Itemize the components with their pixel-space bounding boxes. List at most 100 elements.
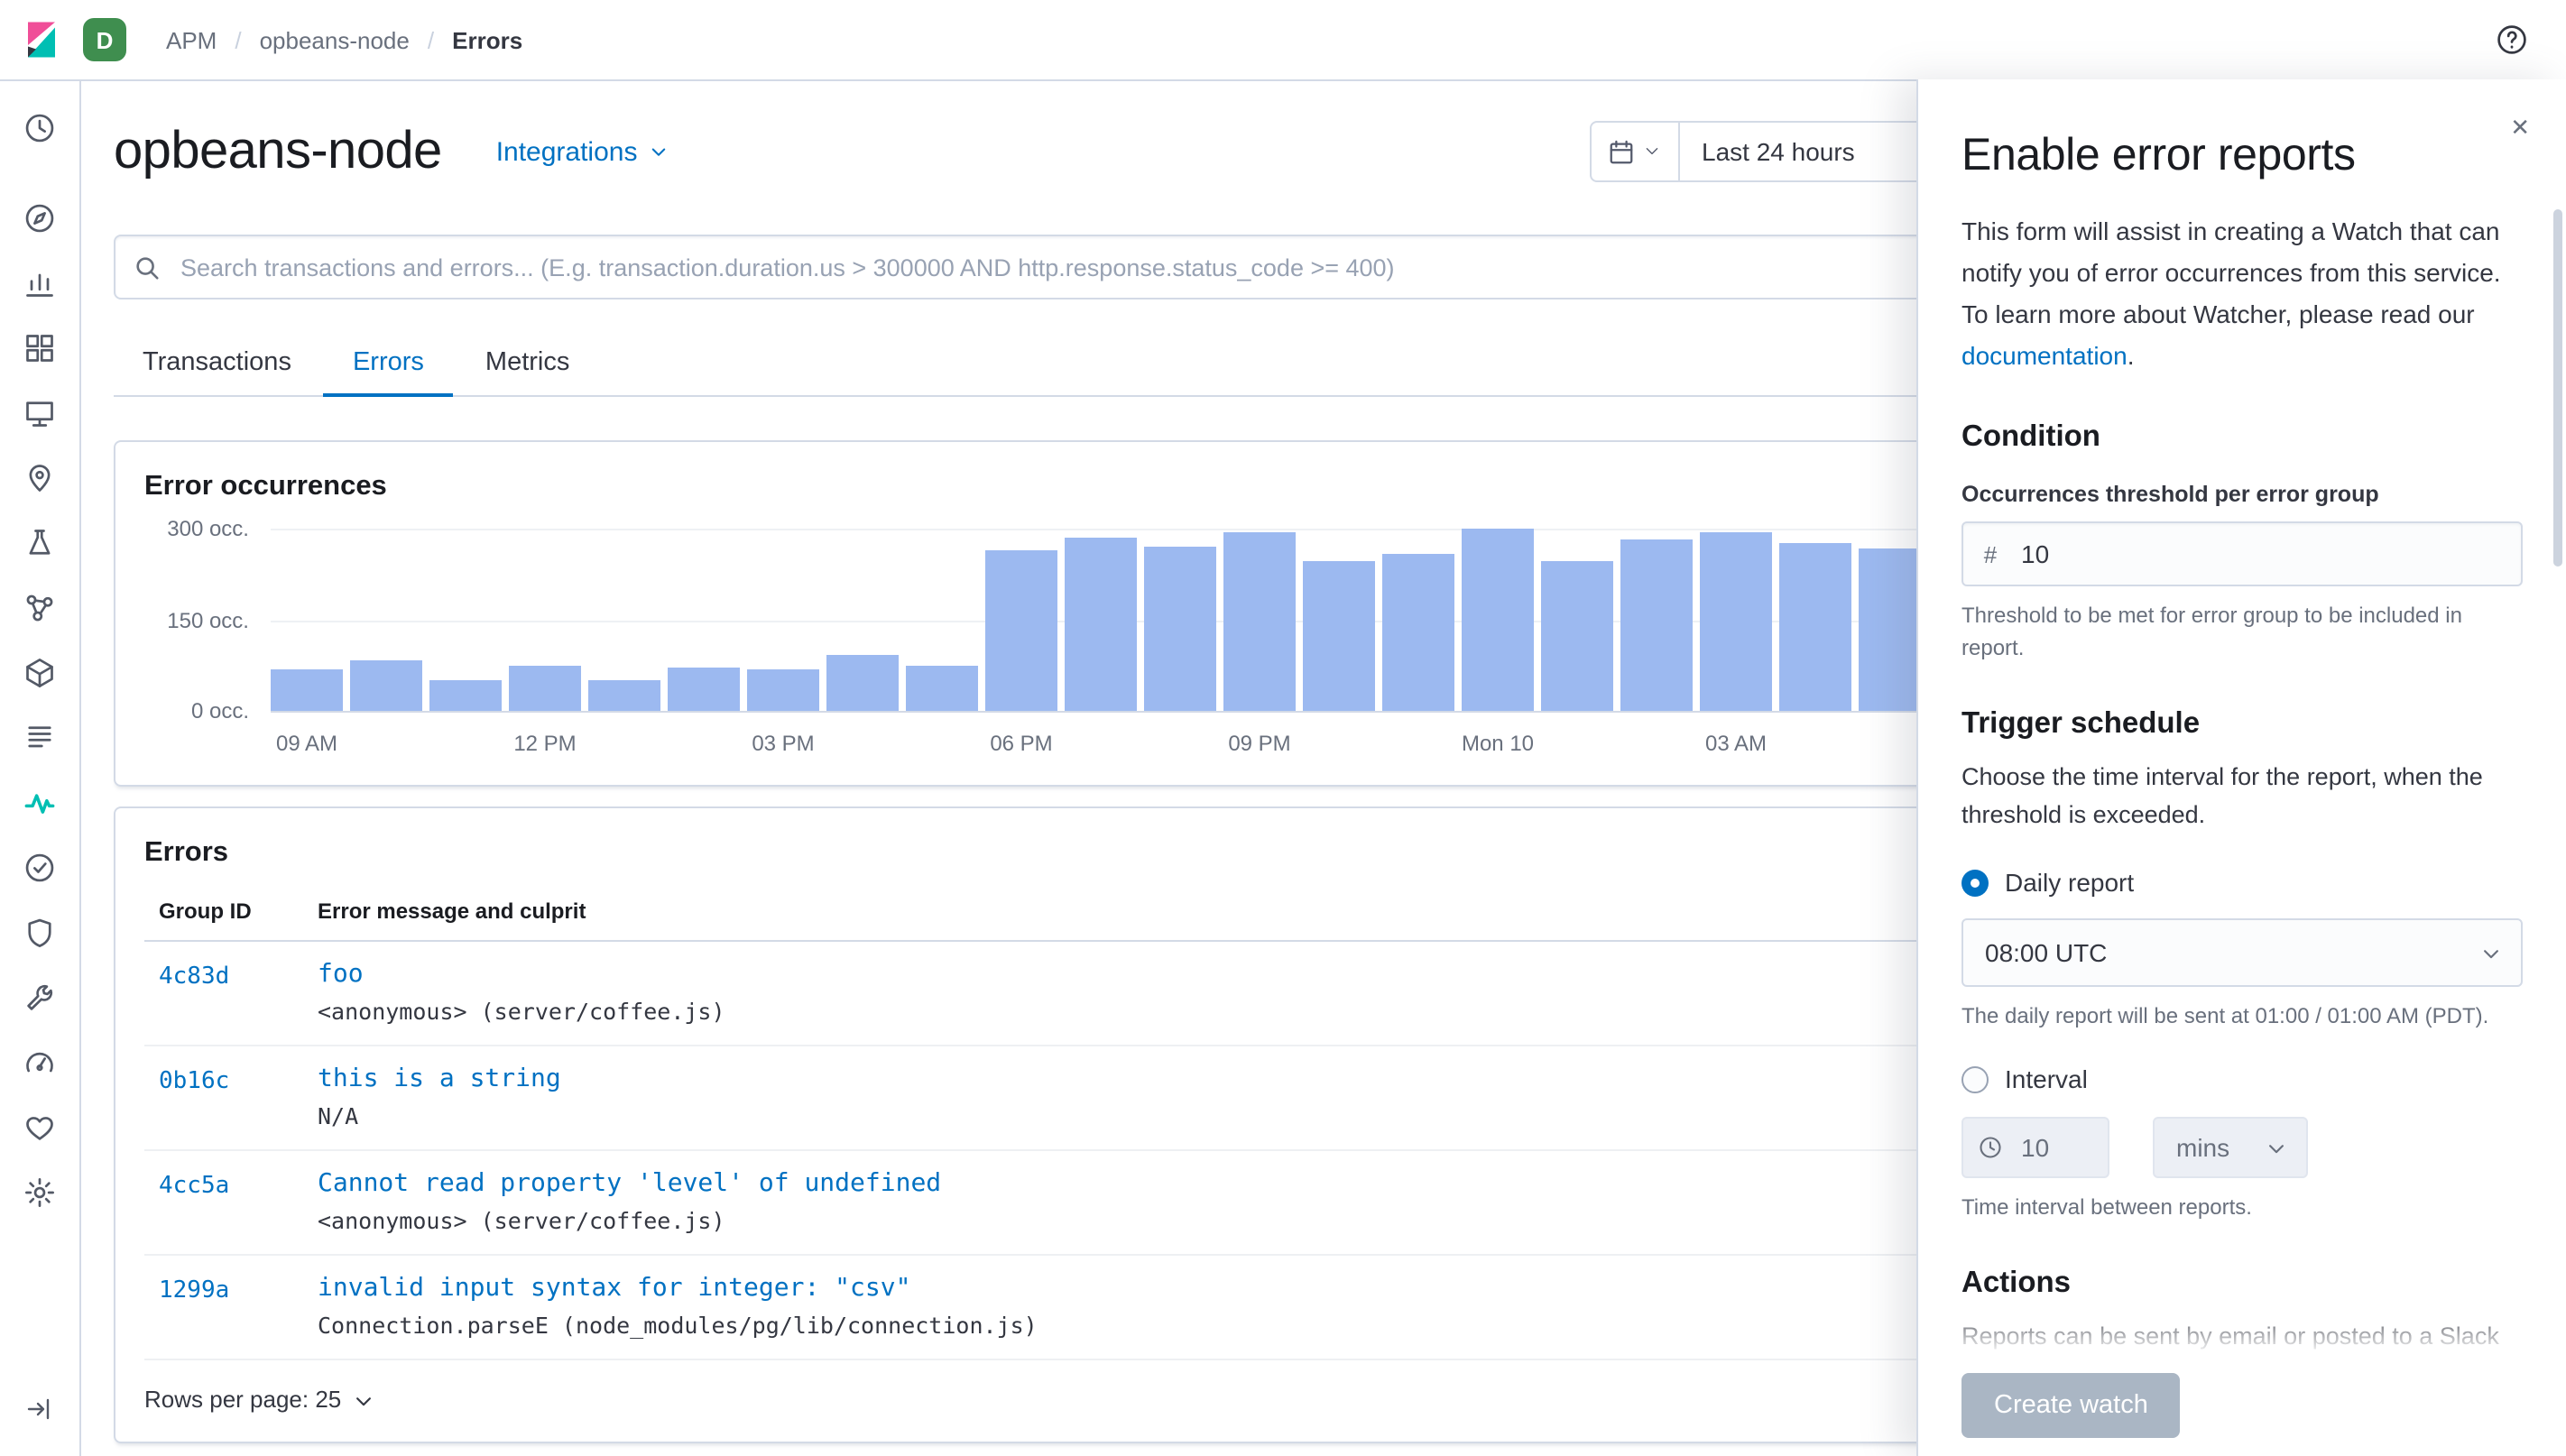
chart-bar	[1223, 532, 1296, 711]
infrastructure-icon[interactable]	[7, 640, 72, 705]
table-row: 4c83d foo <anonymous> (server/coffee.js)	[144, 942, 1960, 1046]
monitoring-icon[interactable]	[7, 1030, 72, 1095]
graph-icon[interactable]	[7, 576, 72, 640]
chevron-down-icon	[354, 1390, 372, 1408]
maps-icon[interactable]	[7, 446, 72, 511]
x-tick-label: 03 PM	[752, 731, 815, 756]
discover-icon[interactable]	[7, 186, 72, 251]
table-row: 1299a invalid input syntax for integer: "…	[144, 1256, 1960, 1360]
daily-report-radio[interactable]: Daily report	[1961, 868, 2523, 897]
errors-table-panel: Errors Group ID Error message and culpri…	[114, 806, 1990, 1443]
quick-select-button[interactable]	[1592, 123, 1680, 180]
rows-per-page-button[interactable]: Rows per page: 25	[144, 1360, 372, 1413]
daily-report-label: Daily report	[2005, 868, 2135, 898]
chart-bar	[826, 655, 899, 711]
error-culprit: <anonymous> (server/coffee.js)	[318, 1207, 725, 1234]
error-message-link[interactable]: foo	[318, 960, 1960, 989]
intro-text: This form will assist in creating a Watc…	[1961, 217, 2501, 329]
chart-bar	[1144, 547, 1216, 711]
kibana-logo[interactable]	[0, 0, 83, 79]
tab-metrics[interactable]: Metrics	[457, 332, 598, 395]
error-occurrences-panel: Error occurrences 300 occ. 150 occ. 0 occ.…	[114, 440, 1990, 787]
search-bar	[114, 235, 1990, 299]
trigger-schedule-heading: Trigger schedule	[1961, 707, 2201, 741]
search-input[interactable]	[177, 252, 1971, 282]
calendar-icon	[1610, 139, 1633, 163]
column-header-message[interactable]: Error message and culprit	[318, 898, 1960, 924]
chart-title: Error occurrences	[144, 471, 387, 502]
chart-bar	[1541, 561, 1613, 711]
chart-bar	[588, 679, 660, 711]
error-message-link[interactable]: this is a string	[318, 1064, 1960, 1093]
apm-icon[interactable]	[7, 770, 72, 835]
kibana-logo-icon	[28, 22, 55, 58]
dev-tools-icon[interactable]	[7, 965, 72, 1030]
collapse-menu-icon[interactable]	[7, 1377, 72, 1442]
chart-bar	[1620, 539, 1693, 711]
error-culprit: Connection.parseE (node_modules/pg/lib/c…	[318, 1312, 1038, 1339]
integrations-dropdown[interactable]: Integrations	[496, 136, 669, 167]
watcher-icon[interactable]	[7, 1095, 72, 1160]
actions-heading: Actions	[1961, 1267, 2072, 1300]
uptime-icon[interactable]	[7, 835, 72, 900]
hash-icon: #	[1983, 540, 1998, 568]
table-row: 0b16c this is a string N/A	[144, 1046, 1960, 1151]
actions-description: Reports can be sent by email or posted t…	[1961, 1322, 2499, 1350]
canvas-icon[interactable]	[7, 381, 72, 446]
breadcrumb-apm[interactable]: APM	[166, 26, 217, 53]
interval-value-input[interactable]	[2017, 1131, 2108, 1165]
machine-learning-icon[interactable]	[7, 511, 72, 576]
intro-text-end: .	[2127, 341, 2135, 371]
close-icon[interactable]: ✕	[2510, 115, 2530, 139]
y-tick-label: 0 occ.	[190, 698, 249, 723]
daily-time-value: 08:00 UTC	[1985, 938, 2108, 968]
daily-time-select[interactable]: 08:00 UTC	[1961, 918, 2523, 988]
error-message-link[interactable]: Cannot read property 'level' of undefine…	[318, 1169, 1960, 1198]
clock-icon	[1963, 1135, 2017, 1160]
flyout-scrollbar[interactable]	[2553, 209, 2562, 567]
create-watch-button[interactable]: Create watch	[1961, 1373, 2181, 1438]
logs-icon[interactable]	[7, 705, 72, 770]
recently-viewed-icon[interactable]	[7, 96, 72, 161]
siem-icon[interactable]	[7, 900, 72, 965]
breadcrumb-service[interactable]: opbeans-node	[260, 26, 410, 53]
space-avatar[interactable]: D	[83, 18, 126, 61]
errors-table-body: 4c83d foo <anonymous> (server/coffee.js) 0b…	[144, 942, 1960, 1360]
interval-radio[interactable]: Interval	[1961, 1064, 2523, 1093]
error-group-link[interactable]: 1299a	[159, 1274, 229, 1304]
column-header-group-id[interactable]: Group ID	[144, 898, 318, 924]
x-tick-label: 09 AM	[275, 731, 338, 756]
chart-bar	[350, 659, 422, 711]
visualize-icon[interactable]	[7, 251, 72, 316]
chart-bar	[1065, 537, 1137, 711]
help-icon[interactable]	[2487, 14, 2537, 65]
time-range-button[interactable]: Last 24 hours	[1680, 123, 1877, 180]
interval-help: Time interval between reports.	[1961, 1194, 2252, 1221]
management-icon[interactable]	[7, 1160, 72, 1225]
error-group-link[interactable]: 4c83d	[159, 960, 229, 991]
trigger-description: Choose the time interval for the report,…	[1961, 763, 2483, 829]
chart-plot-area[interactable]	[271, 529, 1960, 713]
threshold-label: Occurrences threshold per error group	[1961, 482, 2379, 508]
chart-bar	[906, 666, 978, 711]
interval-label: Interval	[2005, 1064, 2088, 1094]
error-message-link[interactable]: invalid input syntax for integer: "csv"	[318, 1274, 1960, 1303]
error-culprit: N/A	[318, 1102, 359, 1129]
threshold-input[interactable]	[2017, 538, 2521, 571]
documentation-link[interactable]: documentation	[1961, 342, 2128, 371]
error-group-link[interactable]: 0b16c	[159, 1064, 229, 1095]
tab-errors[interactable]: Errors	[323, 332, 454, 397]
breadcrumb-separator: /	[427, 26, 435, 53]
chart-bar	[429, 679, 502, 711]
breadcrumb: APM / opbeans-node / Errors	[166, 26, 522, 53]
dashboard-icon[interactable]	[7, 316, 72, 381]
tab-transactions[interactable]: Transactions	[114, 332, 320, 395]
chart-bar	[509, 666, 581, 711]
tabs: Transactions Errors Metrics	[114, 332, 1990, 397]
y-tick-label: 150 occ.	[167, 607, 249, 632]
interval-unit-select[interactable]: mins	[2153, 1117, 2308, 1179]
error-group-link[interactable]: 4cc5a	[159, 1169, 229, 1200]
breadcrumb-current-page: Errors	[452, 26, 523, 53]
app-root: D APM / opbeans-node / Errors opbeans-no…	[0, 0, 2566, 1456]
interval-unit-value: mins	[2176, 1133, 2230, 1163]
